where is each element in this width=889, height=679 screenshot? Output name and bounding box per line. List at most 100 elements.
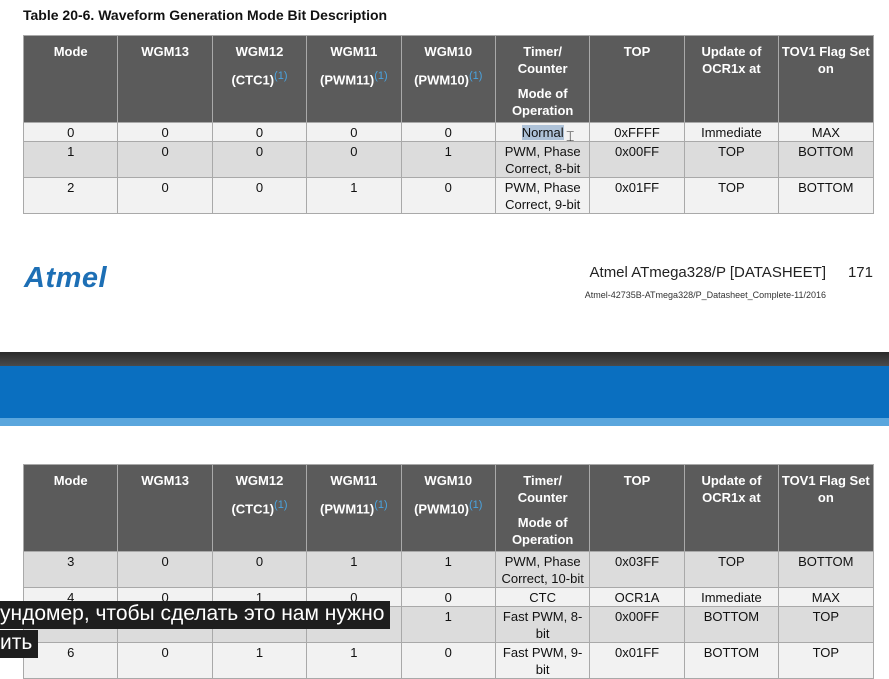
footnote-link[interactable]: (1)	[469, 70, 482, 82]
col-top: TOP	[589, 35, 685, 123]
table-cell: 0x00FF	[589, 606, 685, 643]
table-cell: BOTTOM	[778, 141, 874, 178]
table-row: 1 0 0 0 1 PWM, Phase Correct, 8-bit 0x00FF TOP B…	[22, 141, 874, 178]
col-wgm12: WGM12 (CTC1)(1)	[211, 464, 308, 552]
footnote-link[interactable]: (1)	[374, 70, 387, 82]
table-cell: 0	[117, 551, 213, 588]
page-divider	[0, 352, 889, 366]
table-cell: 3	[22, 551, 119, 588]
footnote-link[interactable]: (1)	[274, 70, 287, 82]
table-cell: TOP	[778, 642, 874, 679]
table-cell: 0	[306, 141, 402, 178]
table-cell: 0	[117, 141, 213, 178]
page-number: 171	[847, 264, 873, 281]
table-cell: MAX	[778, 587, 874, 607]
table-cell: 1	[22, 141, 119, 178]
table-cell: 0x00FF	[589, 141, 685, 178]
table-cell: Immediate	[683, 587, 780, 607]
table-cell: PWM, Phase Correct, 8-bit	[494, 141, 591, 178]
table-cell: Immediate	[683, 122, 780, 142]
table-cell: Fast PWM, 9-bit	[494, 642, 591, 679]
table-cell: 0	[117, 122, 213, 142]
table-cell: 0x01FF	[589, 177, 685, 214]
table-cell: TOP	[778, 606, 874, 643]
blue-band-light	[0, 418, 889, 426]
table-header-row: Mode WGM13 WGM12 (CTC1)(1) WGM11 (PWM11)(1…	[22, 464, 874, 552]
table-cell: TOP	[683, 141, 780, 178]
table-row: 3 0 0 1 1 PWM, Phase Correct, 10-bit 0x03FF TOP…	[22, 551, 874, 588]
video-subtitle-line-2: ить	[0, 630, 39, 658]
col-timer-mode: Timer/ Counter Mode of Operation	[494, 35, 591, 123]
table-cell: 0x01FF	[589, 642, 685, 679]
datasheet-title: Atmel ATmega328/P [DATASHEET]	[589, 264, 826, 281]
col-tov1: TOV1 Flag Set on	[778, 464, 874, 552]
table-cell: 0	[22, 122, 119, 142]
col-update: Update of OCR1x at	[683, 35, 780, 123]
table-cell: MAX	[778, 122, 874, 142]
col-wgm10: WGM10 (PWM10)(1)	[400, 35, 496, 123]
table-cell: 0xFFFF	[589, 122, 685, 142]
table-cell: 0	[400, 587, 496, 607]
table-cell: TOP	[683, 177, 780, 214]
table-cell: 0	[400, 122, 496, 142]
table-header-row: Mode WGM13 WGM12 (CTC1)(1) WGM11 (PWM11)(1…	[22, 35, 874, 123]
table-cell: 0	[211, 141, 308, 178]
table-cell: 1	[211, 642, 308, 679]
col-tov1: TOV1 Flag Set on	[778, 35, 874, 123]
table-cell: 0	[211, 551, 308, 588]
col-mode: Mode	[22, 35, 119, 123]
col-wgm11: WGM11 (PWM11)(1)	[306, 35, 402, 123]
table-cell: 1	[400, 141, 496, 178]
table-cell: 0x03FF	[589, 551, 685, 588]
table-row: 2 0 0 1 0 PWM, Phase Correct, 9-bit 0x01FF TOP B…	[22, 177, 874, 214]
table-cell: BOTTOM	[778, 551, 874, 588]
wgm-table-bottom: Mode WGM13 WGM12 (CTC1)(1) WGM11 (PWM11)(1…	[22, 464, 874, 679]
table-cell: 0	[211, 122, 308, 142]
col-wgm13: WGM13	[117, 464, 213, 552]
footnote-link[interactable]: (1)	[274, 499, 287, 511]
table-cell: BOTTOM	[778, 177, 874, 214]
atmel-logo: Atmel	[24, 262, 108, 294]
table-cell: 1	[306, 177, 402, 214]
table-cell: 0	[117, 642, 213, 679]
footnote-link[interactable]: (1)	[374, 499, 387, 511]
blue-band	[0, 366, 889, 418]
selected-text[interactable]: Normal	[521, 125, 564, 140]
table-cell: CTC	[494, 587, 591, 607]
col-top: TOP	[589, 464, 685, 552]
table-row: 0 0 0 0 0 Normal 0xFFFF Immediate MAX	[22, 122, 874, 142]
table-cell: 1	[306, 642, 402, 679]
table-cell: BOTTOM	[683, 642, 780, 679]
table-title: Table 20-6. Waveform Generation Mode Bit…	[23, 7, 388, 23]
text-cursor-icon: ⌶	[566, 128, 575, 144]
video-subtitle-line-1: ундомер, чтобы сделать это нам нужно	[0, 601, 391, 629]
col-wgm12: WGM12 (CTC1)(1)	[211, 35, 308, 123]
col-wgm11: WGM11 (PWM11)(1)	[306, 464, 402, 552]
datasheet-reference: Atmel-42735B-ATmega328/P_Datasheet_Compl…	[584, 290, 826, 300]
table-cell: 0	[400, 642, 496, 679]
col-update: Update of OCR1x at	[683, 464, 780, 552]
table-cell: OCR1A	[589, 587, 685, 607]
col-wgm10: WGM10 (PWM10)(1)	[400, 464, 496, 552]
table-cell: 0	[211, 177, 308, 214]
table-row: 6 0 1 1 0 Fast PWM, 9-bit 0x01FF BOTTOM TOP	[22, 642, 874, 679]
table-cell: 1	[400, 606, 496, 643]
footnote-link[interactable]: (1)	[469, 499, 482, 511]
col-timer-mode: Timer/ Counter Mode of Operation	[494, 464, 591, 552]
table-cell: TOP	[683, 551, 780, 588]
wgm-table-top: Mode WGM13 WGM12 (CTC1)(1) WGM11 (PWM11)(1…	[22, 35, 874, 214]
table-cell: 1	[400, 551, 496, 588]
col-wgm13: WGM13	[117, 35, 213, 123]
table-cell: 0	[306, 122, 402, 142]
table-cell: 0	[117, 177, 213, 214]
table-cell: BOTTOM	[683, 606, 780, 643]
table-body-top: 0 0 0 0 0 Normal 0xFFFF Immediate MAX 1 0 0 0 1 PWM, P…	[22, 122, 874, 214]
table-cell: Normal	[494, 122, 591, 142]
table-cell: 1	[306, 551, 402, 588]
table-cell: PWM, Phase Correct, 9-bit	[494, 177, 591, 214]
table-cell: PWM, Phase Correct, 10-bit	[494, 551, 591, 588]
table-cell: 0	[400, 177, 496, 214]
col-mode: Mode	[22, 464, 119, 552]
table-cell: 2	[22, 177, 119, 214]
table-cell: Fast PWM, 8-bit	[494, 606, 591, 643]
